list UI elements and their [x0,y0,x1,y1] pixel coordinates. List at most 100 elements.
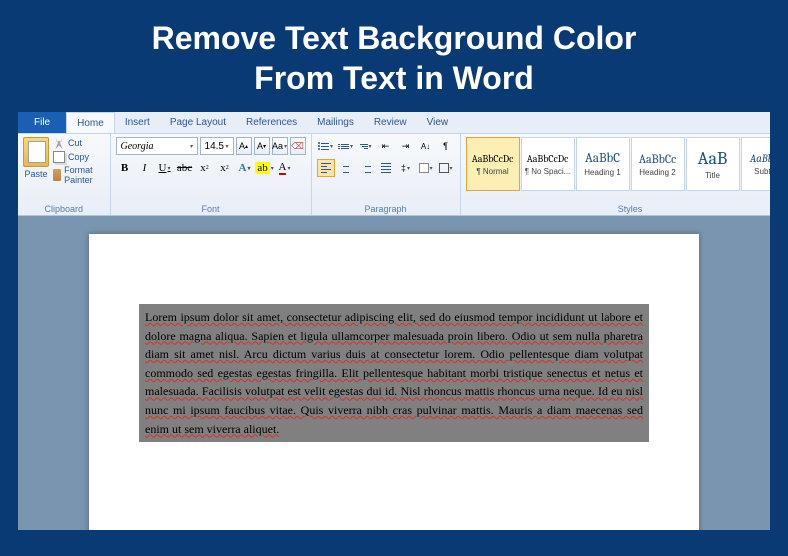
justify-button[interactable] [377,159,395,177]
change-case-button[interactable]: Aa▾ [272,137,288,155]
grow-font-button[interactable]: A▴ [236,137,252,155]
scissors-icon [53,137,65,149]
font-name-select[interactable]: Georgia ▾ [116,137,198,155]
chevron-down-icon: ▾ [167,165,170,172]
font-size-select[interactable]: 14.5▾ [200,137,234,155]
chevron-down-icon: ▾ [271,165,274,172]
style-preview: AaB [698,148,728,169]
bullets-button[interactable]: ▾ [317,137,335,155]
tab-page-layout[interactable]: Page Layout [160,112,236,133]
ribbon-tabs: File Home Insert Page Layout References … [18,112,770,134]
tab-home[interactable]: Home [66,112,115,133]
show-marks-button[interactable]: ¶ [437,137,455,155]
style-subtitle[interactable]: AaBbCc. Subtitle [741,137,770,191]
tab-references[interactable]: References [236,112,307,133]
style-label: Heading 2 [639,168,675,177]
cut-button[interactable]: Cut [53,137,105,149]
font-name-value: Georgia [121,141,154,152]
copy-button[interactable]: Copy [53,151,105,163]
style-label: ¶ No Spaci... [525,167,571,176]
clear-formatting-button[interactable]: ⌫ [290,137,306,155]
strikethrough-button[interactable]: abc [176,159,194,177]
italic-button[interactable]: I [136,159,154,177]
styles-group-label: Styles [466,203,770,214]
group-clipboard: Paste Cut Copy Format Painter Clipboard [18,134,111,215]
format-painter-label: Format Painter [64,165,104,185]
format-painter-button[interactable]: Format Painter [53,165,105,185]
borders-button[interactable]: ▾ [437,159,455,177]
banner-title: Remove Text Background Color From Text i… [0,0,788,112]
tab-mailings[interactable]: Mailings [307,112,364,133]
styles-gallery[interactable]: AaBbCcDc ¶ Normal AaBbCcDc ¶ No Spaci... A… [466,137,770,191]
tab-file[interactable]: File [18,112,66,133]
numbering-button[interactable]: ▾ [337,137,355,155]
banner-line2: From Text in Word [0,58,788,98]
font-size-value: 14.5 [205,141,224,152]
group-paragraph: ▾ ▾ ▾ ⇤ ⇥ A↓ ¶ ‡▾ ▾ ▾ Para [312,134,461,215]
chevron-down-icon: ▾ [430,165,433,172]
chevron-down-icon: ▾ [226,143,229,150]
style-title[interactable]: AaB Title [686,137,740,191]
paragraph-group-label: Paragraph [317,203,455,214]
highlighted-text-block[interactable]: Lorem ipsum dolor sit amet, consectetur … [139,304,649,442]
chevron-down-icon: ▾ [330,143,333,150]
ribbon: Paste Cut Copy Format Painter Clipboard … [18,134,770,216]
style-label: Title [705,171,720,180]
chevron-down-icon: ▾ [247,165,250,172]
chevron-down-icon: ▾ [287,165,290,172]
tab-view[interactable]: View [417,112,459,133]
shrink-font-button[interactable]: A▾ [254,137,270,155]
banner-line1: Remove Text Background Color [0,18,788,58]
subscript-button[interactable]: x2 [196,159,214,177]
chevron-down-icon: ▾ [284,143,287,150]
copy-icon [53,151,65,163]
bold-button[interactable]: B [116,159,134,177]
paste-button[interactable]: Paste [23,137,49,179]
group-font: Georgia▾ 14.5▾ A▴ A▾ Aa▾ ⌫ B I U▾ abc x2… [111,134,312,215]
style-preview: AaBbCcDc [527,153,569,165]
shading-button[interactable]: ▾ [417,159,435,177]
copy-label: Copy [68,152,89,162]
underline-button[interactable]: U▾ [156,159,174,177]
chevron-down-icon: ▾ [450,165,453,172]
style-normal[interactable]: AaBbCcDc ¶ Normal [466,137,520,191]
paste-icon [23,137,49,167]
word-window: File Home Insert Page Layout References … [18,112,770,530]
align-right-button[interactable] [357,159,375,177]
style-label: Heading 1 [584,168,620,177]
paste-label: Paste [24,169,47,179]
style-preview: AaBbC [585,151,620,166]
document-text[interactable]: Lorem ipsum dolor sit amet, consectetur … [145,310,643,436]
align-left-button[interactable] [317,159,335,177]
line-spacing-button[interactable]: ‡▾ [397,159,415,177]
multilevel-list-button[interactable]: ▾ [357,137,375,155]
style-no-spacing[interactable]: AaBbCcDc ¶ No Spaci... [521,137,575,191]
style-preview: AaBbCcDc [472,153,514,165]
superscript-button[interactable]: x2 [216,159,234,177]
document-area[interactable]: Lorem ipsum dolor sit amet, consectetur … [18,216,770,530]
tab-insert[interactable]: Insert [115,112,160,133]
cut-label: Cut [68,138,82,148]
tab-review[interactable]: Review [364,112,417,133]
chevron-down-icon: ▾ [407,165,410,172]
increase-indent-button[interactable]: ⇥ [397,137,415,155]
decrease-indent-button[interactable]: ⇤ [377,137,395,155]
style-label: ¶ Normal [476,167,508,176]
page[interactable]: Lorem ipsum dolor sit amet, consectetur … [89,234,699,530]
align-center-button[interactable] [337,159,355,177]
group-styles: AaBbCcDc ¶ Normal AaBbCcDc ¶ No Spaci... A… [461,134,770,215]
sort-button[interactable]: A↓ [417,137,435,155]
chevron-down-icon: ▾ [350,143,353,150]
style-preview: AaBbCc [639,152,676,166]
chevron-down-icon: ▾ [190,143,193,150]
style-label: Subtitle [754,167,770,176]
text-effects-button[interactable]: A▾ [236,159,254,177]
style-heading2[interactable]: AaBbCc Heading 2 [631,137,685,191]
chevron-down-icon: ▾ [369,143,372,150]
highlight-button[interactable]: ab▾ [256,159,274,177]
font-color-button[interactable]: A▾ [276,159,294,177]
style-preview: AaBbCc. [750,152,770,165]
clipboard-group-label: Clipboard [23,203,105,214]
brush-icon [53,169,61,181]
style-heading1[interactable]: AaBbC Heading 1 [576,137,630,191]
